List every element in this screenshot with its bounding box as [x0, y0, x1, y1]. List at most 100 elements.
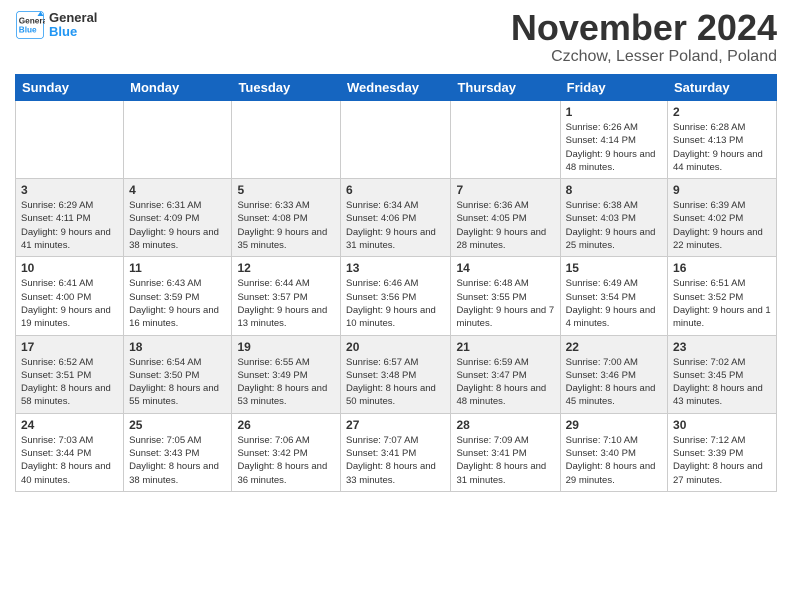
day-info: Sunrise: 6:33 AMSunset: 4:08 PMDaylight:… [237, 199, 335, 252]
logo-general: General [49, 10, 97, 25]
col-monday: Monday [124, 75, 232, 101]
day-info: Sunrise: 6:34 AMSunset: 4:06 PMDaylight:… [346, 199, 445, 252]
day-number: 20 [346, 340, 445, 354]
day-number: 27 [346, 418, 445, 432]
day-number: 23 [673, 340, 771, 354]
day-number: 22 [566, 340, 662, 354]
calendar-cell [341, 101, 451, 179]
day-number: 11 [129, 261, 226, 275]
calendar-cell: 17 Sunrise: 6:52 AMSunset: 3:51 PMDayligh… [16, 335, 124, 413]
calendar-cell: 13 Sunrise: 6:46 AMSunset: 3:56 PMDayligh… [341, 257, 451, 335]
day-info: Sunrise: 7:12 AMSunset: 3:39 PMDaylight:… [673, 434, 771, 487]
day-info: Sunrise: 6:48 AMSunset: 3:55 PMDaylight:… [456, 277, 554, 330]
calendar-week-3: 17 Sunrise: 6:52 AMSunset: 3:51 PMDayligh… [16, 335, 777, 413]
day-info: Sunrise: 7:10 AMSunset: 3:40 PMDaylight:… [566, 434, 662, 487]
day-info: Sunrise: 6:46 AMSunset: 3:56 PMDaylight:… [346, 277, 445, 330]
svg-text:General: General [19, 17, 45, 26]
day-number: 15 [566, 261, 662, 275]
day-number: 29 [566, 418, 662, 432]
calendar-cell: 25Sunrise: 7:05 AMSunset: 3:43 PMDayligh… [124, 413, 232, 491]
page: General Blue General Blue November 2024 … [0, 0, 792, 612]
calendar-cell: 19 Sunrise: 6:55 AMSunset: 3:49 PMDayligh… [232, 335, 341, 413]
col-sunday: Sunday [16, 75, 124, 101]
day-info: Sunrise: 6:54 AMSunset: 3:50 PMDaylight:… [129, 356, 226, 409]
calendar-week-1: 3 Sunrise: 6:29 AMSunset: 4:11 PMDaylight… [16, 179, 777, 257]
col-wednesday: Wednesday [341, 75, 451, 101]
calendar-cell: 16Sunrise: 6:51 AMSunset: 3:52 PMDayligh… [668, 257, 777, 335]
calendar-cell: 11 Sunrise: 6:43 AMSunset: 3:59 PMDayligh… [124, 257, 232, 335]
calendar-week-0: 1 Sunrise: 6:26 AMSunset: 4:14 PMDaylight… [16, 101, 777, 179]
calendar-cell: 14 Sunrise: 6:48 AMSunset: 3:55 PMDayligh… [451, 257, 560, 335]
calendar-cell [124, 101, 232, 179]
day-info: Sunrise: 7:09 AMSunset: 3:41 PMDaylight:… [456, 434, 554, 487]
day-number: 19 [237, 340, 335, 354]
logo: General Blue General Blue [15, 10, 97, 40]
day-number: 13 [346, 261, 445, 275]
day-info: Sunrise: 6:41 AMSunset: 4:00 PMDaylight:… [21, 277, 118, 330]
day-number: 30 [673, 418, 771, 432]
calendar-cell: 22Sunrise: 7:00 AMSunset: 3:46 PMDayligh… [560, 335, 667, 413]
day-info: Sunrise: 6:51 AMSunset: 3:52 PMDaylight:… [673, 277, 771, 330]
calendar-cell: 4Sunrise: 6:31 AMSunset: 4:09 PMDaylight… [124, 179, 232, 257]
svg-text:Blue: Blue [19, 26, 37, 35]
day-info: Sunrise: 6:43 AMSunset: 3:59 PMDaylight:… [129, 277, 226, 330]
day-number: 1 [566, 105, 662, 119]
calendar-cell: 2Sunrise: 6:28 AMSunset: 4:13 PMDaylight… [668, 101, 777, 179]
calendar-cell: 18 Sunrise: 6:54 AMSunset: 3:50 PMDayligh… [124, 335, 232, 413]
day-number: 5 [237, 183, 335, 197]
day-info: Sunrise: 7:07 AMSunset: 3:41 PMDaylight:… [346, 434, 445, 487]
calendar-header-row: Sunday Monday Tuesday Wednesday Thursday… [16, 75, 777, 101]
logo-blue: Blue [49, 24, 77, 39]
calendar-cell: 8 Sunrise: 6:38 AMSunset: 4:03 PMDaylight… [560, 179, 667, 257]
day-number: 17 [21, 340, 118, 354]
calendar-cell: 27 Sunrise: 7:07 AMSunset: 3:41 PMDayligh… [341, 413, 451, 491]
day-info: Sunrise: 6:49 AMSunset: 3:54 PMDaylight:… [566, 277, 662, 330]
calendar-cell: 26 Sunrise: 7:06 AMSunset: 3:42 PMDayligh… [232, 413, 341, 491]
day-number: 14 [456, 261, 554, 275]
calendar-cell: 10 Sunrise: 6:41 AMSunset: 4:00 PMDayligh… [16, 257, 124, 335]
day-info: Sunrise: 6:59 AMSunset: 3:47 PMDaylight:… [456, 356, 554, 409]
day-number: 25 [129, 418, 226, 432]
day-info: Sunrise: 6:36 AMSunset: 4:05 PMDaylight:… [456, 199, 554, 252]
calendar-cell: 20 Sunrise: 6:57 AMSunset: 3:48 PMDayligh… [341, 335, 451, 413]
calendar-body: 1 Sunrise: 6:26 AMSunset: 4:14 PMDaylight… [16, 101, 777, 492]
day-info: Sunrise: 6:26 AMSunset: 4:14 PMDaylight:… [566, 121, 662, 174]
day-number: 9 [673, 183, 771, 197]
calendar-cell: 28 Sunrise: 7:09 AMSunset: 3:41 PMDayligh… [451, 413, 560, 491]
month-title: November 2024 [511, 10, 777, 46]
day-info: Sunrise: 6:44 AMSunset: 3:57 PMDaylight:… [237, 277, 335, 330]
calendar-cell: 9 Sunrise: 6:39 AMSunset: 4:02 PMDaylight… [668, 179, 777, 257]
calendar-cell [451, 101, 560, 179]
calendar-cell: 15 Sunrise: 6:49 AMSunset: 3:54 PMDayligh… [560, 257, 667, 335]
day-number: 24 [21, 418, 118, 432]
calendar-cell: 1 Sunrise: 6:26 AMSunset: 4:14 PMDaylight… [560, 101, 667, 179]
calendar-cell: 12 Sunrise: 6:44 AMSunset: 3:57 PMDayligh… [232, 257, 341, 335]
day-info: Sunrise: 6:57 AMSunset: 3:48 PMDaylight:… [346, 356, 445, 409]
day-info: Sunrise: 6:39 AMSunset: 4:02 PMDaylight:… [673, 199, 771, 252]
day-number: 10 [21, 261, 118, 275]
calendar-cell: 21 Sunrise: 6:59 AMSunset: 3:47 PMDayligh… [451, 335, 560, 413]
col-tuesday: Tuesday [232, 75, 341, 101]
day-info: Sunrise: 6:52 AMSunset: 3:51 PMDaylight:… [21, 356, 118, 409]
title-block: November 2024 Czchow, Lesser Poland, Pol… [511, 10, 777, 66]
day-info: Sunrise: 7:06 AMSunset: 3:42 PMDaylight:… [237, 434, 335, 487]
day-info: Sunrise: 6:29 AMSunset: 4:11 PMDaylight:… [21, 199, 118, 252]
day-info: Sunrise: 6:55 AMSunset: 3:49 PMDaylight:… [237, 356, 335, 409]
day-info: Sunrise: 6:38 AMSunset: 4:03 PMDaylight:… [566, 199, 662, 252]
day-number: 12 [237, 261, 335, 275]
col-thursday: Thursday [451, 75, 560, 101]
day-number: 8 [566, 183, 662, 197]
calendar-cell: 7Sunrise: 6:36 AMSunset: 4:05 PMDaylight… [451, 179, 560, 257]
col-friday: Friday [560, 75, 667, 101]
day-number: 3 [21, 183, 118, 197]
day-number: 28 [456, 418, 554, 432]
col-saturday: Saturday [668, 75, 777, 101]
calendar-cell: 5 Sunrise: 6:33 AMSunset: 4:08 PMDaylight… [232, 179, 341, 257]
day-number: 18 [129, 340, 226, 354]
day-number: 26 [237, 418, 335, 432]
day-info: Sunrise: 7:02 AMSunset: 3:45 PMDaylight:… [673, 356, 771, 409]
day-info: Sunrise: 7:03 AMSunset: 3:44 PMDaylight:… [21, 434, 118, 487]
day-number: 21 [456, 340, 554, 354]
calendar-week-4: 24 Sunrise: 7:03 AMSunset: 3:44 PMDayligh… [16, 413, 777, 491]
calendar-cell [16, 101, 124, 179]
